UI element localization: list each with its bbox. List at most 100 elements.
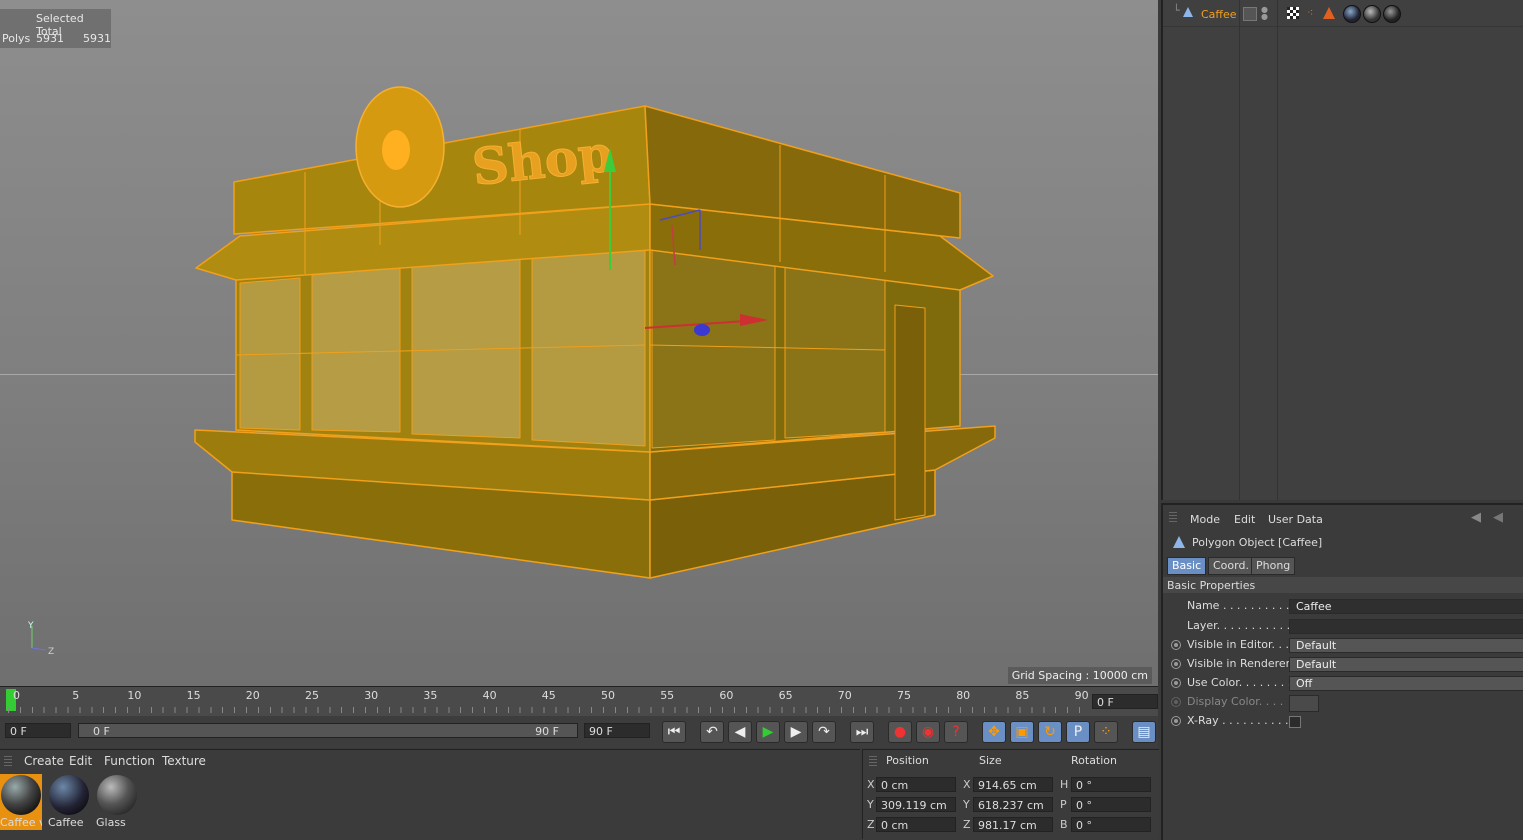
- visible-in-editor-dropdown[interactable]: Default: [1289, 638, 1523, 653]
- timeline-tick-label: 75: [897, 689, 911, 702]
- 3d-viewport[interactable]: Shop Selected Total Polys 5931 5931 Y Z …: [0, 0, 1158, 686]
- menu-create[interactable]: Create: [24, 754, 64, 768]
- size-z-field[interactable]: 981.17 cm: [973, 817, 1053, 832]
- animate-radio-icon[interactable]: [1171, 640, 1181, 650]
- scale-key-button[interactable]: ▣: [1010, 721, 1034, 743]
- timeline-tick-label: 35: [423, 689, 438, 702]
- timeline-tick-label: 0: [13, 689, 20, 702]
- prop-label: Display Color. . . .: [1187, 695, 1284, 708]
- menu-function[interactable]: Function: [104, 754, 155, 768]
- timeline-tick-label: 5: [72, 689, 80, 702]
- timeline[interactable]: 0 5 10 15 20 25 30 35 40 45 50 55 60 65 70 75 80 85 90 0 F: [0, 686, 1158, 717]
- checker-tag-icon[interactable]: [1287, 7, 1299, 19]
- parameter-key-button[interactable]: P: [1066, 721, 1090, 743]
- material-tag-icon[interactable]: [1383, 5, 1401, 23]
- name-field[interactable]: Caffee: [1289, 599, 1523, 614]
- transport-bar: 0 F 0 F 90 F 90 F ⏮ ↶ ◀ ▶ ▶ ↷ ⏭ ● ◉ ? ✥ …: [0, 716, 1158, 748]
- end-frame-field[interactable]: 90 F: [584, 723, 650, 738]
- record-button[interactable]: ●: [888, 721, 912, 743]
- grip-icon[interactable]: [1169, 512, 1177, 524]
- prev-key-button[interactable]: ↶: [700, 721, 724, 743]
- pos-x-label: X: [867, 778, 875, 791]
- menu-edit[interactable]: Edit: [69, 754, 92, 768]
- menu-user-data[interactable]: User Data: [1268, 513, 1323, 526]
- material-label: Caffee v: [0, 816, 42, 829]
- axis-y-label: Y: [28, 621, 34, 631]
- animate-radio-icon: [1171, 697, 1181, 707]
- material-tag-icon[interactable]: [1343, 5, 1361, 23]
- grip-icon[interactable]: [4, 756, 12, 768]
- go-to-end-button[interactable]: ⏭: [850, 721, 874, 743]
- keyframe-selection-button[interactable]: ?: [944, 721, 968, 743]
- phong-tag-icon[interactable]: [1323, 7, 1335, 19]
- rot-b-label: B: [1060, 818, 1068, 831]
- layer-field[interactable]: [1289, 619, 1523, 634]
- use-color-dropdown[interactable]: Off: [1289, 676, 1523, 691]
- size-y-field[interactable]: 618.237 cm: [973, 797, 1053, 812]
- menu-edit[interactable]: Edit: [1234, 513, 1255, 526]
- rot-b-field[interactable]: 0 °: [1071, 817, 1151, 832]
- play-button[interactable]: ▶: [756, 721, 780, 743]
- timeline-tick-label: 20: [245, 689, 260, 702]
- visibility-dots-icon[interactable]: ● ●: [1261, 6, 1268, 21]
- rotate-key-button[interactable]: ↻: [1038, 721, 1062, 743]
- autokey-button[interactable]: ◉: [916, 721, 940, 743]
- timeline-tick-label: 10: [127, 689, 142, 702]
- layer-icon[interactable]: [1243, 7, 1257, 21]
- tab-coord[interactable]: Coord.: [1208, 557, 1254, 575]
- timeline-tick-label: 65: [778, 689, 793, 702]
- forward-arrow-icon[interactable]: ◀: [1493, 510, 1503, 525]
- pos-x-field[interactable]: 0 cm: [876, 777, 956, 792]
- menu-texture[interactable]: Texture: [162, 754, 206, 768]
- next-key-button[interactable]: ↷: [812, 721, 836, 743]
- animate-radio-icon[interactable]: [1171, 678, 1181, 688]
- size-x-field[interactable]: 914.65 cm: [973, 777, 1053, 792]
- animate-radio-icon[interactable]: [1171, 716, 1181, 726]
- frame-range-slider[interactable]: 0 F 90 F: [78, 723, 578, 738]
- next-frame-button[interactable]: ▶: [784, 721, 808, 743]
- grip-icon[interactable]: [869, 756, 877, 768]
- move-key-button[interactable]: ✥: [982, 721, 1006, 743]
- rot-h-field[interactable]: 0 °: [1071, 777, 1151, 792]
- range-start-label: 0 F: [93, 725, 110, 738]
- position-header: Position: [886, 754, 929, 767]
- attribute-manager: Mode Edit User Data ◀ ◀ Polygon Object […: [1161, 503, 1523, 840]
- timeline-tick-label: 70: [837, 689, 852, 702]
- pla-key-button[interactable]: ⁘: [1094, 721, 1118, 743]
- shop-model[interactable]: Shop: [0, 0, 1158, 686]
- material-caffee[interactable]: Caffee: [48, 774, 90, 830]
- prop-row-name: Name . . . . . . . . . . . Caffee: [1163, 599, 1523, 616]
- prop-row-visible-renderer: Visible in Renderer Default: [1163, 657, 1523, 674]
- tab-basic[interactable]: Basic: [1167, 557, 1207, 575]
- tab-phong[interactable]: Phong: [1251, 557, 1296, 575]
- menu-mode[interactable]: Mode: [1190, 513, 1220, 526]
- prev-frame-button[interactable]: ◀: [728, 721, 752, 743]
- material-caffee-v[interactable]: Caffee v: [0, 774, 42, 830]
- start-frame-field[interactable]: 0 F: [5, 723, 71, 738]
- rot-p-field[interactable]: 0 °: [1071, 797, 1151, 812]
- rotation-header: Rotation: [1071, 754, 1118, 767]
- current-frame-field[interactable]: 0 F: [1092, 694, 1158, 709]
- pos-y-field[interactable]: 309.119 cm: [876, 797, 956, 812]
- timeline-window-button[interactable]: ▤: [1132, 721, 1156, 743]
- polygon-object-icon: [1173, 536, 1185, 548]
- object-name[interactable]: Caffee: [1201, 8, 1237, 21]
- material-preview-icon: [49, 775, 89, 815]
- animate-radio-icon[interactable]: [1171, 659, 1181, 669]
- timeline-tick-label: 85: [1015, 689, 1030, 702]
- prop-label: Layer. . . . . . . . . . .: [1187, 619, 1291, 632]
- stats-selected: 5931: [36, 32, 64, 45]
- object-row[interactable]: └ Caffee ● ● ⁖: [1163, 0, 1523, 27]
- back-arrow-icon[interactable]: ◀: [1471, 510, 1481, 525]
- pos-z-field[interactable]: 0 cm: [876, 817, 956, 832]
- visible-in-renderer-dropdown[interactable]: Default: [1289, 657, 1523, 672]
- section-header: Basic Properties: [1163, 577, 1523, 593]
- go-to-start-button[interactable]: ⏮: [662, 721, 686, 743]
- xray-checkbox[interactable]: [1289, 716, 1301, 728]
- dots-tag-icon[interactable]: ⁖: [1307, 6, 1313, 19]
- column-divider: [1239, 0, 1240, 500]
- prop-row-layer: Layer. . . . . . . . . . .: [1163, 619, 1523, 636]
- material-tag-icon[interactable]: [1363, 5, 1381, 23]
- material-glass[interactable]: Glass: [96, 774, 138, 830]
- prop-label: Use Color. . . . . . . .: [1187, 676, 1292, 689]
